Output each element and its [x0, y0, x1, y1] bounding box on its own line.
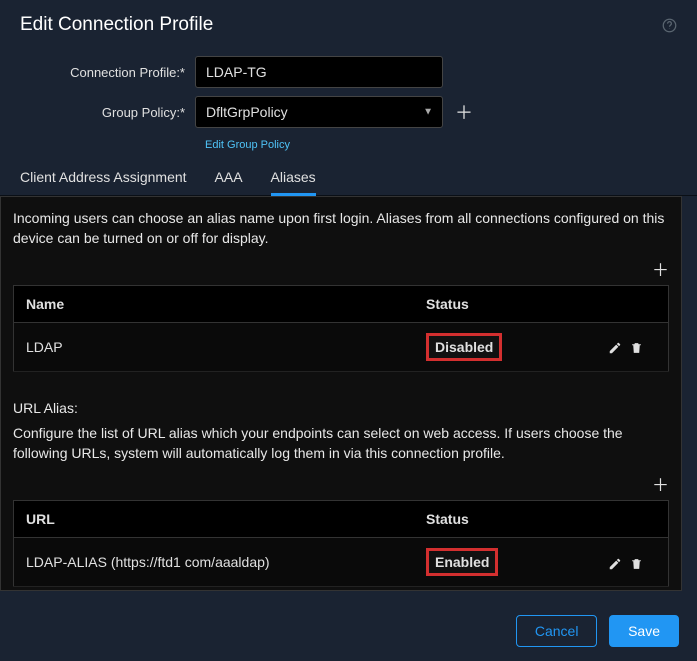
aliases-col-status: Status	[414, 286, 582, 323]
form-area: Connection Profile:* Group Policy:* Dflt…	[0, 46, 697, 161]
chevron-down-icon: ▼	[423, 107, 433, 118]
url-alias-table: URL Status LDAP-ALIAS (https://ftd1 com/…	[13, 500, 669, 587]
trash-icon[interactable]	[630, 554, 643, 570]
content-scroll-wrap: Incoming users can choose an alias name …	[0, 196, 697, 591]
url-alias-table-wrap: ＋ URL Status LDAP-ALIAS (https://ftd1 co…	[1, 469, 681, 587]
url-alias-description: Configure the list of URL alias which yo…	[1, 422, 681, 469]
aliases-table: Name Status LDAP Disabled	[13, 285, 669, 372]
aliases-col-actions	[582, 286, 668, 323]
help-icon[interactable]	[662, 16, 677, 33]
tab-bar: Client Address Assignment AAA Aliases	[0, 161, 697, 196]
alias-status-cell: Disabled	[414, 323, 582, 372]
connection-profile-row: Connection Profile:*	[20, 56, 677, 88]
url-alias-actions-cell	[582, 538, 668, 587]
modal-footer: Cancel Save	[0, 601, 697, 661]
url-alias-url-cell: LDAP-ALIAS (https://ftd1 com/aaaldap)	[14, 538, 415, 587]
cancel-button[interactable]: Cancel	[516, 615, 598, 647]
table-row: LDAP Disabled	[14, 323, 669, 372]
url-alias-heading: URL Alias:	[1, 372, 681, 422]
trash-icon[interactable]	[630, 339, 643, 355]
status-badge: Disabled	[426, 333, 502, 361]
connection-profile-label: Connection Profile:*	[20, 65, 195, 80]
status-badge: Enabled	[426, 548, 498, 576]
tab-aliases[interactable]: Aliases	[271, 161, 316, 195]
aliases-description: Incoming users can choose an alias name …	[1, 197, 681, 254]
add-alias-button[interactable]: ＋	[652, 261, 669, 280]
tab-content: Incoming users can choose an alias name …	[0, 196, 682, 591]
url-alias-col-status: Status	[414, 501, 582, 538]
add-url-alias-button[interactable]: ＋	[652, 476, 669, 495]
connection-profile-input[interactable]	[195, 56, 443, 88]
save-button[interactable]: Save	[609, 615, 679, 647]
edit-connection-profile-modal: Edit Connection Profile Connection Profi…	[0, 0, 697, 661]
tab-aaa[interactable]: AAA	[215, 161, 243, 195]
url-alias-status-cell: Enabled	[414, 538, 582, 587]
group-policy-value: DfltGrpPolicy	[195, 96, 443, 128]
tab-client-address-assignment[interactable]: Client Address Assignment	[20, 161, 187, 195]
modal-title: Edit Connection Profile	[20, 14, 677, 36]
edit-group-policy-link[interactable]: Edit Group Policy	[205, 139, 290, 151]
add-group-policy-button[interactable]: ＋	[455, 99, 473, 125]
url-alias-col-actions	[582, 501, 668, 538]
url-alias-col-url: URL	[14, 501, 415, 538]
aliases-table-wrap: ＋ Name Status LDAP Disabled	[1, 254, 681, 372]
modal-header: Edit Connection Profile	[0, 0, 697, 46]
alias-actions-cell	[582, 323, 668, 372]
aliases-col-name: Name	[14, 286, 415, 323]
pencil-icon[interactable]	[608, 339, 622, 355]
group-policy-select[interactable]: DfltGrpPolicy ▼	[195, 96, 443, 128]
group-policy-row: Group Policy:* DfltGrpPolicy ▼ ＋	[20, 96, 677, 128]
table-row: LDAP-ALIAS (https://ftd1 com/aaaldap) En…	[14, 538, 669, 587]
group-policy-label: Group Policy:*	[20, 105, 195, 120]
alias-name-cell: LDAP	[14, 323, 415, 372]
pencil-icon[interactable]	[608, 554, 622, 570]
